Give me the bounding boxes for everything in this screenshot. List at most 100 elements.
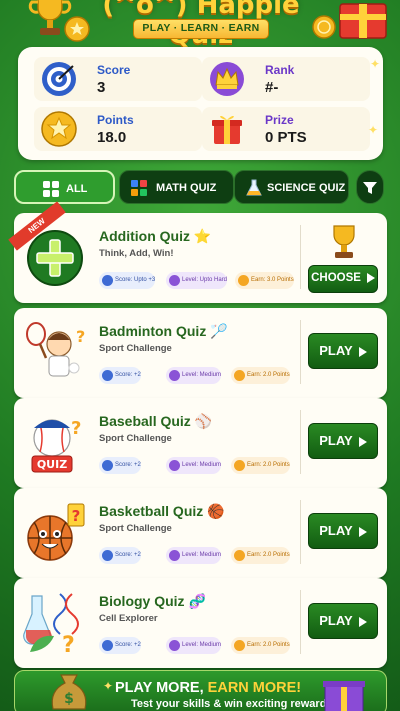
level-tag-text: Level: Medium <box>182 372 222 378</box>
quiz-subtitle: Sport Challenge <box>99 523 172 534</box>
earn-tag: Earn: 2.0 Points <box>231 637 290 654</box>
stats-panel: Score 3 Rank #- Points 18.0 Prize 0 PTS … <box>18 47 383 160</box>
level-tag: Level: Medium <box>166 637 222 654</box>
score-tag: Score: +2 <box>99 637 141 654</box>
banner-subtext: Test your skills & win exciting rewards! <box>131 698 337 710</box>
svg-text:$: $ <box>64 691 74 707</box>
prize-label: Prize <box>265 113 294 127</box>
score-tag-text: Score: +2 <box>115 642 141 648</box>
score-tag-text: Score: +2 <box>115 372 141 378</box>
quiz-title: Biology Quiz 🧬 <box>99 593 206 609</box>
level-tag: Level: Medium <box>166 367 222 384</box>
filter-all[interactable]: ALL <box>14 170 115 204</box>
crown-icon <box>210 62 244 96</box>
quiz-title: Badminton Quiz 🏸 <box>99 323 228 339</box>
play-button-label: PLAY <box>319 433 353 448</box>
level-bars-icon <box>169 640 180 651</box>
play-arrow-icon <box>358 526 367 537</box>
score-value: 3 <box>97 79 106 96</box>
play-button[interactable]: PLAY <box>308 423 378 459</box>
calculator-icon <box>131 180 147 196</box>
play-button[interactable]: PLAY <box>308 603 378 639</box>
divider <box>300 590 301 654</box>
play-button-label: PLAY <box>319 523 353 538</box>
coin-icon <box>238 275 249 286</box>
quiz-title: Baseball Quiz ⚾ <box>99 413 213 429</box>
level-tag-text: Level: Medium <box>182 552 222 558</box>
earn-tag-text: Earn: 2.0 Points <box>247 642 290 648</box>
earn-tag: Earn: 2.0 Points <box>231 367 290 384</box>
filter-funnel-icon <box>363 182 377 194</box>
quiz-card-badminton[interactable]: ? Badminton Quiz 🏸 Sport Challenge Score… <box>14 308 387 398</box>
earn-tag: Earn: 2.0 Points <box>231 457 290 474</box>
filter-math-label: MATH QUIZ <box>156 182 217 194</box>
target-icon <box>102 550 113 561</box>
filter-math-quiz[interactable]: MATH QUIZ <box>119 170 234 204</box>
svg-text:?: ? <box>76 327 85 346</box>
coin-icon <box>234 460 245 471</box>
play-button[interactable]: PLAY <box>308 513 378 549</box>
level-tag-text: Level: Medium <box>182 462 222 468</box>
points-label: Points <box>97 113 134 127</box>
play-arrow-icon <box>358 616 367 627</box>
play-button-label: PLAY <box>319 613 353 628</box>
level-tag-text: Level: Medium <box>182 642 222 648</box>
earn-tag-text: Earn: 2.0 Points <box>247 552 290 558</box>
filter-button[interactable] <box>356 170 384 204</box>
play-arrow-icon <box>366 272 375 283</box>
filter-all-label: ALL <box>66 183 88 195</box>
thumb-quiz-text: QUIZ <box>37 458 67 471</box>
gift-box-icon <box>323 681 365 711</box>
category-filters: ALL MATH QUIZ SCIENCE QUIZ <box>14 170 390 204</box>
gift-icon <box>212 115 242 144</box>
quiz-card-addition[interactable]: NEW Addition Quiz ⭐ Think, Add, Win! Sco… <box>8 201 387 303</box>
earn-tag-text: Earn: 2.0 Points <box>247 462 290 468</box>
quiz-card-basketball[interactable]: ? Basketball Quiz 🏀 Sport Challenge Scor… <box>14 488 387 578</box>
badminton-player-icon: ? <box>26 322 85 377</box>
grid-icon <box>43 181 59 197</box>
score-stat: Score 3 <box>34 57 202 101</box>
banner-headline: PLAY MORE, EARN MORE! <box>115 680 301 696</box>
score-tag: Score: Upto +3 <box>99 272 156 289</box>
divider <box>300 320 301 384</box>
money-bag-icon: $ <box>51 674 87 710</box>
target-icon <box>102 460 113 471</box>
basketball-mascot-icon: ? <box>27 503 85 561</box>
quiz-subtitle: Sport Challenge <box>99 343 172 354</box>
score-tag: Score: +2 <box>99 457 141 474</box>
score-tag-text: Score: +2 <box>115 462 141 468</box>
level-tag: Level: Medium <box>166 547 222 564</box>
rank-stat: Rank #- <box>202 57 370 101</box>
choose-button-label: CHOOSE <box>311 272 361 284</box>
play-button[interactable]: PLAY <box>308 333 378 369</box>
promo-banner[interactable]: $ PLAY MORE, EARN MORE! Test your skills… <box>14 670 387 711</box>
points-value: 18.0 <box>97 129 127 146</box>
svg-text:?: ? <box>72 507 81 525</box>
sparkle-icon: ✦ <box>370 57 381 71</box>
divider <box>300 225 301 289</box>
svg-text:?: ? <box>71 418 81 439</box>
quiz-subtitle: Sport Challenge <box>99 433 172 444</box>
score-label: Score <box>97 63 131 77</box>
earn-tag-text: Earn: 3.0 Points <box>251 277 294 283</box>
choose-button[interactable]: CHOOSE <box>308 265 378 293</box>
play-arrow-icon <box>358 346 367 357</box>
prize-stat: Prize 0 PTS <box>202 107 370 151</box>
flask-icon <box>246 179 262 196</box>
sparkle-icon: ✦ <box>103 679 114 693</box>
coin-icon <box>234 640 245 651</box>
level-bars-icon <box>169 370 180 381</box>
earn-tag: Earn: 2.0 Points <box>231 547 290 564</box>
level-bars-icon <box>169 550 180 561</box>
quiz-card-biology[interactable]: ? Biology Quiz 🧬 Cell Explorer Score: +2… <box>14 578 387 668</box>
filter-science-quiz[interactable]: SCIENCE QUIZ <box>234 170 349 204</box>
banner-headline-b: EARN MORE! <box>207 680 302 696</box>
divider <box>300 410 301 474</box>
target-icon <box>42 62 76 96</box>
quiz-title: Addition Quiz ⭐ <box>99 228 212 244</box>
quiz-subtitle: Cell Explorer <box>99 613 158 624</box>
coin-icon <box>234 550 245 561</box>
biology-icon: ? <box>23 593 79 656</box>
score-tag-text: Score: Upto +3 <box>115 277 156 283</box>
quiz-card-baseball[interactable]: ? QUIZ Baseball Quiz ⚾ Sport Challenge S… <box>14 398 387 488</box>
